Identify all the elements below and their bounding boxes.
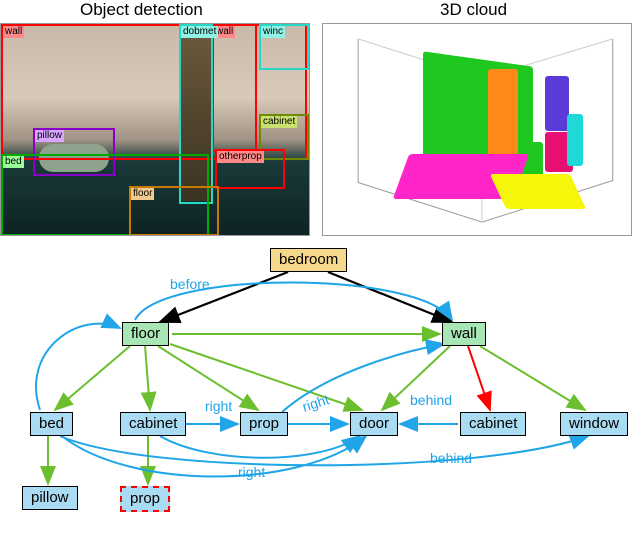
node-bedroom: bedroom <box>270 248 347 272</box>
panel-object-detection: wall wall dobmet winc cabinet otherprop … <box>0 23 310 236</box>
node-label: pillow <box>31 489 69 506</box>
seg-other <box>567 114 583 166</box>
node-prop-1: prop <box>240 412 288 436</box>
bbox-label: winc <box>261 26 285 38</box>
bbox-wall-2: wall <box>212 24 257 152</box>
edge-label-right-3: right <box>238 464 265 480</box>
bbox-label: cabinet <box>261 116 297 128</box>
node-label: wall <box>451 325 477 342</box>
edge-label-right-1: right <box>205 398 232 414</box>
node-bed: bed <box>30 412 73 436</box>
title-cloud: 3D cloud <box>440 0 507 20</box>
bbox-label: wall <box>3 26 24 38</box>
node-label: floor <box>131 325 160 342</box>
bbox-label: floor <box>131 188 154 200</box>
node-label: cabinet <box>129 415 177 432</box>
edge-label-behind-1: behind <box>410 392 452 408</box>
bbox-label: bed <box>3 156 24 168</box>
edge-label-behind-2: behind <box>430 450 472 466</box>
seg-floor <box>490 174 586 209</box>
node-label: bed <box>39 415 64 432</box>
scene-graph: bedroom floor wall bed cabinet prop door… <box>0 240 640 533</box>
node-label: prop <box>130 490 160 507</box>
title-objdet: Object detection <box>80 0 203 20</box>
node-label: door <box>359 415 389 432</box>
node-wall: wall <box>442 322 486 346</box>
node-label: cabinet <box>469 415 517 432</box>
figure-root: Object detection 3D cloud wall wall dobm… <box>0 0 640 533</box>
bbox-otherprop: otherprop <box>215 149 285 189</box>
node-window: window <box>560 412 628 436</box>
node-door: door <box>350 412 398 436</box>
edge-label-before: before <box>170 276 210 292</box>
node-label: prop <box>249 415 279 432</box>
bbox-floor: floor <box>129 186 219 236</box>
node-label: window <box>569 415 619 432</box>
graph-edges <box>0 240 640 533</box>
bbox-window: winc <box>259 24 309 70</box>
seg-window <box>545 76 569 131</box>
bbox-label: dobmet <box>181 26 218 38</box>
node-cabinet-2: cabinet <box>460 412 526 436</box>
node-pillow: pillow <box>22 486 78 510</box>
panel-3d-cloud <box>322 23 632 236</box>
node-label: bedroom <box>279 251 338 268</box>
node-prop-2: prop <box>120 486 170 512</box>
node-floor: floor <box>122 322 169 346</box>
node-cabinet-1: cabinet <box>120 412 186 436</box>
bbox-label: otherprop <box>217 151 264 163</box>
bbox-label: pillow <box>35 130 64 142</box>
